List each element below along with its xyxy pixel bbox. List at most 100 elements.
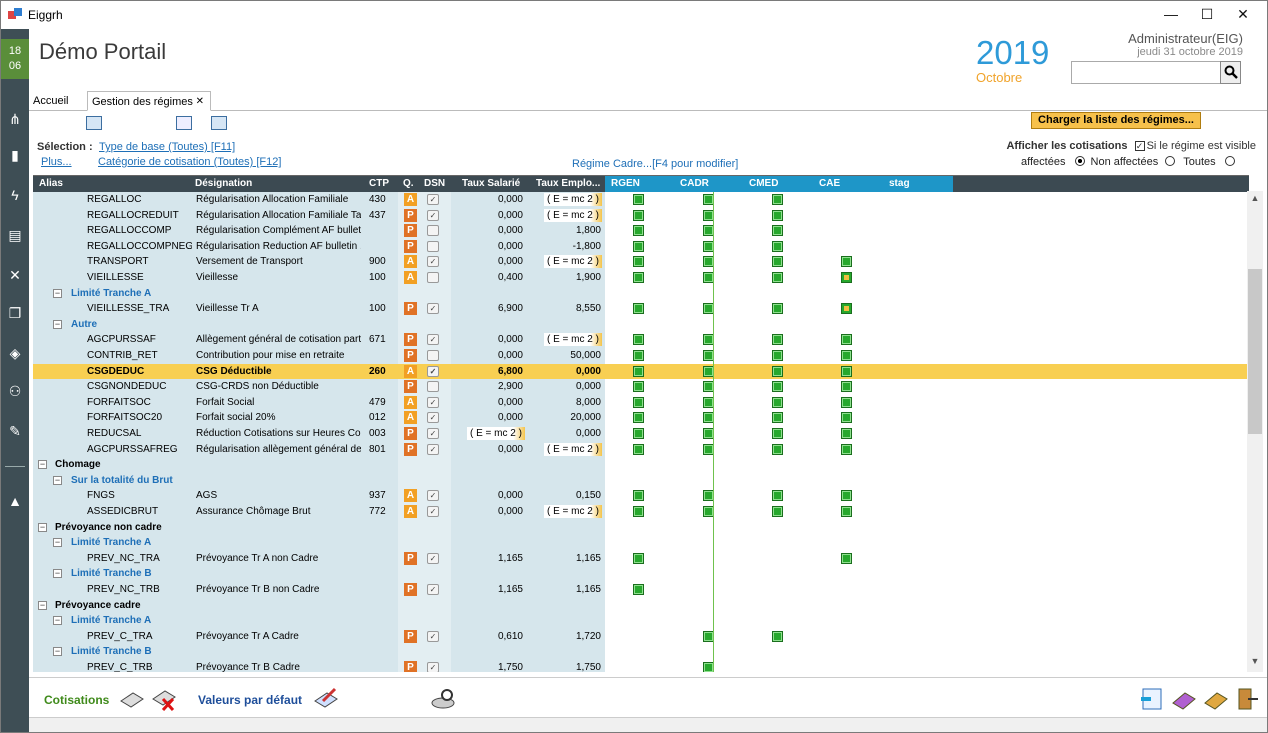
cae-assignment-icon[interactable]: [841, 443, 852, 455]
col-dsn[interactable]: DSN: [424, 178, 445, 189]
table-row[interactable]: FNGS AGS 937 A ✓ 0,000 0,150: [33, 488, 1249, 504]
monitor-icon[interactable]: [86, 116, 102, 130]
type-base-link[interactable]: Type de base (Toutes) [F11]: [99, 141, 235, 153]
rgen-assignment-icon[interactable]: [633, 334, 644, 346]
group-row[interactable]: − Prévoyance cadre: [33, 597, 1249, 614]
subgroup-row[interactable]: − Limité Tranche A: [33, 613, 1249, 629]
collapse-toggle[interactable]: −: [53, 288, 62, 298]
collapse-toggle[interactable]: −: [53, 647, 62, 657]
table-row[interactable]: FORFAITSOC20 Forfait social 20% 012 A ✓ 0,000…: [33, 410, 1249, 426]
rgen-assignment-icon[interactable]: [633, 256, 644, 268]
edit-defaults-icon[interactable]: [313, 687, 339, 711]
col-taux-employeur[interactable]: Taux Emplo...: [536, 178, 600, 189]
dsn-checkbox[interactable]: ✓: [427, 428, 439, 439]
tab-accueil[interactable]: Accueil: [29, 91, 72, 111]
close-tab-icon[interactable]: ✕: [196, 92, 204, 112]
purple-book-icon[interactable]: [1171, 687, 1197, 711]
month-display[interactable]: Octobre: [976, 70, 1022, 85]
table-row[interactable]: REGALLOC Régularisation Allocation Famili…: [33, 192, 1249, 208]
subgroup-row[interactable]: − Limité Tranche B: [33, 566, 1249, 582]
tab-gestion-regimes[interactable]: Gestion des régimes ✕: [87, 91, 211, 111]
copy-icon[interactable]: ❐: [1, 301, 29, 325]
subgroup-row[interactable]: − Limité Tranche B: [33, 644, 1249, 660]
dsn-checkbox[interactable]: [427, 225, 439, 237]
cmed-assignment-icon[interactable]: [772, 412, 783, 424]
col-ctp[interactable]: CTP: [369, 178, 389, 189]
cae-assignment-icon[interactable]: [841, 272, 852, 283]
date-tile[interactable]: 18 06: [1, 39, 29, 79]
dsn-checkbox[interactable]: ✓: [427, 303, 439, 315]
rgen-assignment-icon[interactable]: [633, 428, 644, 439]
dsn-checkbox[interactable]: ✓: [427, 256, 439, 268]
subgroup-row[interactable]: − Limité Tranche A: [33, 285, 1249, 302]
col-q[interactable]: Q.: [403, 178, 414, 189]
dsn-checkbox[interactable]: ✓: [427, 412, 439, 424]
cmed-assignment-icon[interactable]: [772, 428, 783, 439]
collapse-toggle[interactable]: −: [38, 522, 47, 532]
cmed-assignment-icon[interactable]: [772, 303, 783, 315]
collapse-toggle[interactable]: −: [53, 569, 62, 579]
table-row[interactable]: VIEILLESSE Vieillesse 100 A 0,400 1,900: [33, 270, 1249, 286]
rgen-assignment-icon[interactable]: [633, 240, 644, 252]
col-cadr[interactable]: CADR: [680, 178, 709, 189]
table-row[interactable]: REGALLOCCOMPNEG Régularisation Reduction …: [33, 238, 1249, 255]
cmed-assignment-icon[interactable]: [772, 194, 783, 205]
edit-icon[interactable]: ✎: [1, 419, 29, 443]
cmed-assignment-icon[interactable]: [772, 334, 783, 346]
collapse-toggle[interactable]: −: [53, 475, 62, 485]
group-row[interactable]: − Prévoyance non cadre: [33, 519, 1249, 536]
rgen-assignment-icon[interactable]: [633, 365, 644, 377]
graduation-icon[interactable]: ▲: [1, 489, 29, 513]
cmed-assignment-icon[interactable]: [772, 209, 783, 221]
table-row[interactable]: CONTRIB_RET Contribution pour mise en ret…: [33, 348, 1249, 364]
cmed-assignment-icon[interactable]: [772, 396, 783, 408]
radio-non-affectees[interactable]: [1165, 156, 1176, 166]
table-row[interactable]: CSGDEDUC CSG Déductible 260 A ✓ 6,800 0,000: [33, 363, 1249, 380]
table-row[interactable]: TRANSPORT Versement de Transport 900 A ✓ 0,00…: [33, 254, 1249, 270]
cmed-assignment-icon[interactable]: [772, 443, 783, 455]
group-icon[interactable]: ⚇: [1, 379, 29, 403]
dsn-checkbox[interactable]: ✓: [427, 662, 439, 672]
rgen-assignment-icon[interactable]: [633, 584, 644, 595]
collapse-toggle[interactable]: −: [53, 616, 62, 626]
col-designation[interactable]: Désignation: [195, 178, 252, 189]
dsn-checkbox[interactable]: ✓: [427, 209, 439, 221]
cae-assignment-icon[interactable]: [841, 303, 852, 315]
plus-link[interactable]: Plus...: [41, 156, 72, 168]
regime-cadre-link[interactable]: Régime Cadre...[F4 pour modifier]: [572, 158, 738, 170]
cae-assignment-icon[interactable]: [841, 365, 852, 377]
cae-assignment-icon[interactable]: [841, 350, 852, 361]
collapse-toggle[interactable]: −: [53, 538, 62, 548]
cmed-assignment-icon[interactable]: [772, 506, 783, 517]
minimize-button[interactable]: —: [1160, 5, 1182, 23]
rgen-assignment-icon[interactable]: [633, 225, 644, 237]
group-row[interactable]: − Chomage: [33, 457, 1249, 473]
delete-icon[interactable]: [151, 687, 177, 711]
charger-liste-button[interactable]: Charger la liste des régimes...: [1031, 112, 1201, 129]
exit-door-icon[interactable]: [1234, 687, 1260, 711]
cae-assignment-icon[interactable]: [841, 506, 852, 517]
rgen-assignment-icon[interactable]: [633, 490, 644, 502]
rgen-assignment-icon[interactable]: [633, 381, 644, 393]
table-row[interactable]: FORFAITSOC Forfait Social 479 A ✓ 0,000 8,000: [33, 394, 1249, 411]
search-input[interactable]: [1071, 61, 1223, 84]
scroll-down-icon[interactable]: ▼: [1247, 656, 1263, 670]
dsn-checkbox[interactable]: [427, 272, 439, 283]
dsn-checkbox[interactable]: ✓: [427, 334, 439, 346]
col-cae[interactable]: CAE: [819, 178, 840, 189]
dsn-checkbox[interactable]: ✓: [427, 584, 439, 595]
print-icon[interactable]: ▤: [1, 223, 29, 247]
year-display[interactable]: 2019: [976, 34, 1049, 72]
col-rgen[interactable]: RGEN: [611, 178, 640, 189]
rgen-assignment-icon[interactable]: [633, 412, 644, 424]
valeurs-defaut-label[interactable]: Valeurs par défaut: [198, 693, 302, 707]
search-icon[interactable]: [1220, 61, 1241, 84]
flash-icon[interactable]: ϟ: [1, 183, 29, 207]
collapse-toggle[interactable]: −: [53, 319, 62, 329]
visible-checkbox[interactable]: ✓: [1134, 141, 1145, 151]
table-row[interactable]: AGCPURSSAF Allègement général de cotisati…: [33, 332, 1249, 348]
cae-assignment-icon[interactable]: [841, 490, 852, 502]
cae-assignment-icon[interactable]: [841, 256, 852, 268]
dsn-checkbox[interactable]: ✓: [427, 630, 439, 642]
cae-assignment-icon[interactable]: [841, 381, 852, 393]
